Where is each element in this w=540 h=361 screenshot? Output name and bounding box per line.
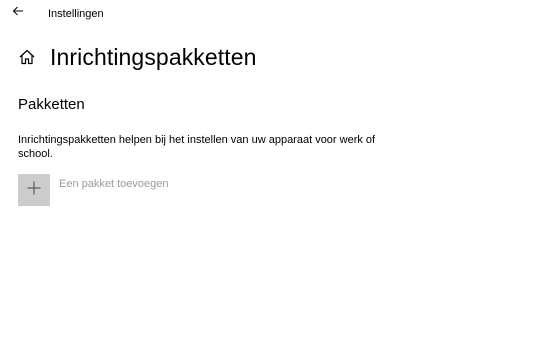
settings-window: Instellingen Inrichtingspakketten Pakket… [0,0,540,361]
add-package-button[interactable]: Een pakket toevoegen [18,174,168,206]
page-title: Inrichtingspakketten [50,44,257,70]
back-arrow-icon [12,4,24,22]
plus-icon [27,181,41,200]
section-title: Pakketten [18,96,85,113]
section-description: Inrichtingspakketten helpen bij het inst… [18,134,376,160]
title-bar: Instellingen [0,0,540,28]
back-button[interactable] [4,0,32,26]
app-title: Instellingen [48,8,104,20]
home-icon[interactable] [17,47,37,67]
add-package-tile [18,174,50,206]
page-header: Inrichtingspakketten [17,42,257,72]
add-package-label: Een pakket toevoegen [59,178,169,190]
